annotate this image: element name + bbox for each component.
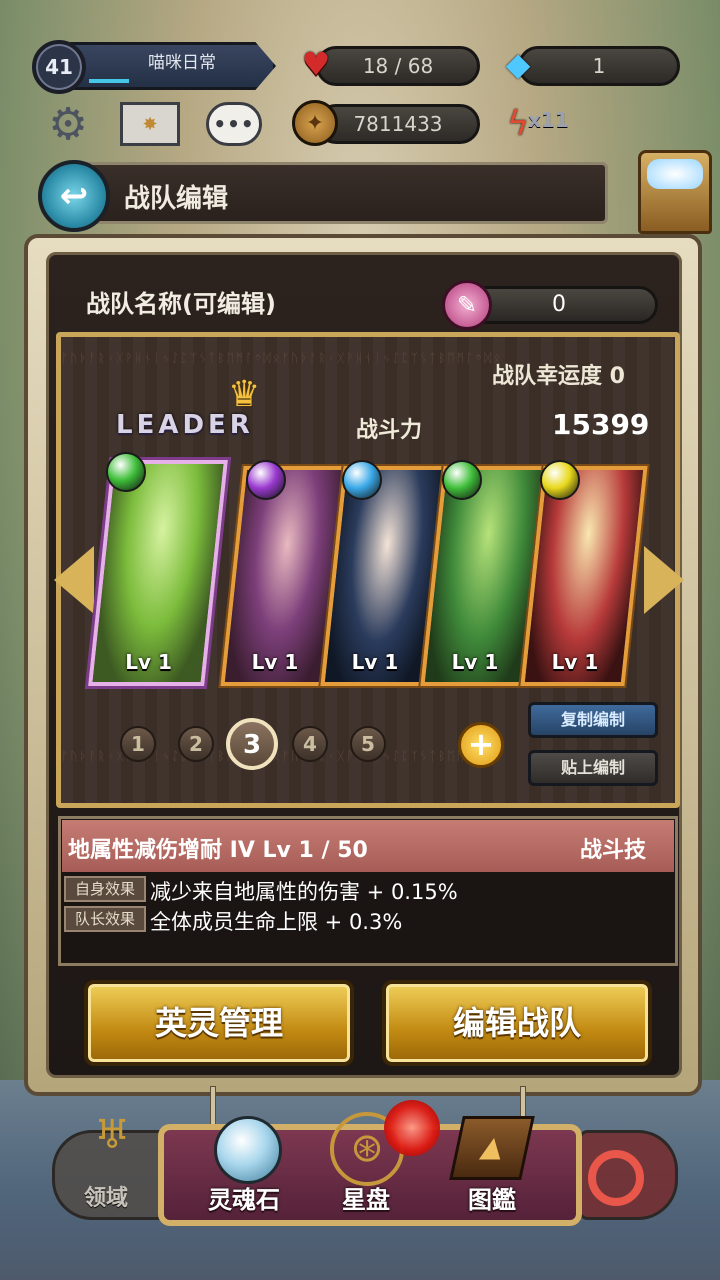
team-name-label[interactable]: 战队名称(可编辑): [86, 284, 276, 319]
team-luck: 战队幸运度 0: [492, 364, 625, 389]
copy-formation-button[interactable]: 复制编制: [528, 702, 658, 738]
add-team-plus-icon[interactable]: +: [458, 722, 504, 768]
hero-level: Lv 1: [551, 650, 599, 674]
power-value: 15399: [552, 408, 650, 441]
self-effect-text: 减少来自地属性的伤害 + 0.15%: [150, 880, 458, 904]
settings-gear-icon[interactable]: ⚙: [40, 98, 96, 150]
team-page-2[interactable]: 2: [178, 726, 214, 762]
ticket-count: 0: [552, 292, 566, 317]
hero-level: Lv 1: [251, 650, 299, 674]
notification-dot-icon: [384, 1100, 440, 1156]
page-title: 战队编辑: [124, 184, 229, 214]
hero-level: Lv 1: [451, 650, 499, 674]
coins-value: 7811433: [353, 112, 443, 136]
element-orb-icon: [342, 460, 382, 500]
hero-manage-button[interactable]: 英灵管理: [84, 980, 354, 1066]
edit-team-button[interactable]: 编辑战队: [382, 980, 652, 1066]
element-orb-icon: [246, 460, 286, 500]
element-orb-icon: [442, 460, 482, 500]
team-page-3[interactable]: 3: [226, 718, 278, 770]
player-name-bar[interactable]: 喵咪日常: [70, 42, 276, 90]
back-arrow-icon: ↩: [59, 176, 89, 216]
xp-bar: [89, 79, 129, 83]
leader-effect-text: 全体成员生命上限 + 0.3%: [150, 910, 403, 934]
element-orb-icon: [540, 460, 580, 500]
player-name: 喵咪日常: [148, 53, 216, 73]
team-page-4[interactable]: 4: [292, 726, 328, 762]
team-page-1[interactable]: 1: [120, 726, 156, 762]
hero-level: Lv 1: [125, 650, 172, 674]
domain-altar-icon: ♅: [94, 1112, 130, 1158]
diamond-icon: ◆: [505, 45, 531, 83]
chat-bubble-icon[interactable]: •••: [206, 102, 262, 146]
codex-book-icon[interactable]: ▲: [449, 1116, 535, 1180]
hearts-value: 18 / 68: [362, 54, 434, 78]
nav-astrolabe-label[interactable]: 星盘: [342, 1180, 390, 1215]
coin-icon: ✦: [292, 100, 338, 146]
coins-bar[interactable]: 7811433: [316, 104, 480, 144]
paste-formation-button[interactable]: 贴上编制: [528, 750, 658, 786]
nav-soul-stone-label[interactable]: 灵魂石: [208, 1180, 280, 1215]
mail-icon[interactable]: ✸: [120, 102, 180, 146]
element-orb-icon: [106, 452, 146, 492]
hero-card-leader[interactable]: Lv 1: [88, 460, 228, 686]
target-ring-icon: [588, 1150, 644, 1206]
crown-icon: ♛: [228, 374, 261, 415]
self-effect-tag: 自身效果: [64, 876, 146, 902]
soul-stone-icon[interactable]: [214, 1116, 282, 1184]
nav-codex-label[interactable]: 图鑑: [468, 1180, 516, 1215]
gems-value: 1: [592, 54, 606, 78]
previous-team-arrow-icon[interactable]: [54, 546, 94, 614]
hearts-bar[interactable]: 18 / 68: [316, 46, 480, 86]
leader-label: LEADER: [116, 410, 254, 440]
power-label: 战斗力: [356, 418, 423, 443]
gems-bar[interactable]: 1: [518, 46, 680, 86]
hero-level: Lv 1: [351, 650, 399, 674]
heart-icon: ♥: [301, 45, 331, 83]
next-team-arrow-icon[interactable]: [644, 546, 684, 614]
energy-count: x11: [528, 108, 569, 132]
team-page-5[interactable]: 5: [350, 726, 386, 762]
leader-effect-tag: 队长效果: [64, 906, 146, 932]
skill-name: 地属性减伤增耐 IV Lv 1 / 50: [68, 838, 368, 863]
skill-type: 战斗技: [580, 838, 647, 863]
back-button[interactable]: ↩: [38, 160, 110, 232]
nav-domain-label: 领域: [84, 1186, 129, 1211]
treasure-chest-icon[interactable]: [638, 150, 712, 234]
player-level-badge[interactable]: 41: [32, 40, 86, 94]
crystal-ticket-icon: ✎: [442, 280, 492, 330]
